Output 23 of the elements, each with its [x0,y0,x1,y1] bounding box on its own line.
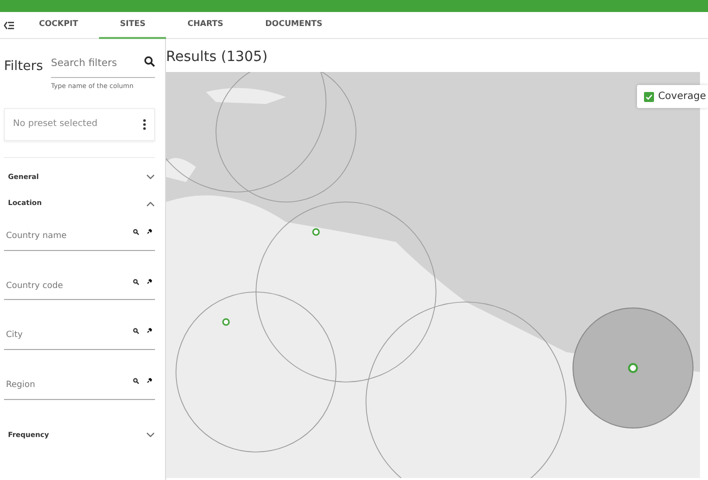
chevron-down-icon [146,174,155,180]
chevron-down-icon [146,432,155,438]
pin-icon[interactable] [147,278,152,284]
more-icon[interactable] [143,118,146,130]
pin-icon[interactable] [147,328,152,334]
pin-icon[interactable] [147,378,152,383]
search-icon[interactable] [133,378,139,384]
nav-tab[interactable]: COCKPIT [18,12,100,38]
preset-text: No preset selected [13,118,98,130]
search-icon[interactable] [133,228,139,235]
layer-control[interactable]: Coverage [637,85,708,108]
menu-collapse-icon[interactable] [4,20,14,30]
results-title: Results (1305) [166,48,269,67]
checkbox[interactable] [644,92,654,102]
pin-icon[interactable] [147,228,152,234]
chevron-up-icon [146,200,155,206]
search-icon[interactable] [133,328,139,334]
nav-tab[interactable]: SITES [99,12,166,38]
nav-tab[interactable]: DOCUMENTS [244,12,344,38]
filters-title: Filters [4,58,43,76]
nav-tab[interactable]: CHARTS [166,12,244,38]
search-icon[interactable] [144,56,155,67]
search-icon[interactable] [133,278,139,284]
